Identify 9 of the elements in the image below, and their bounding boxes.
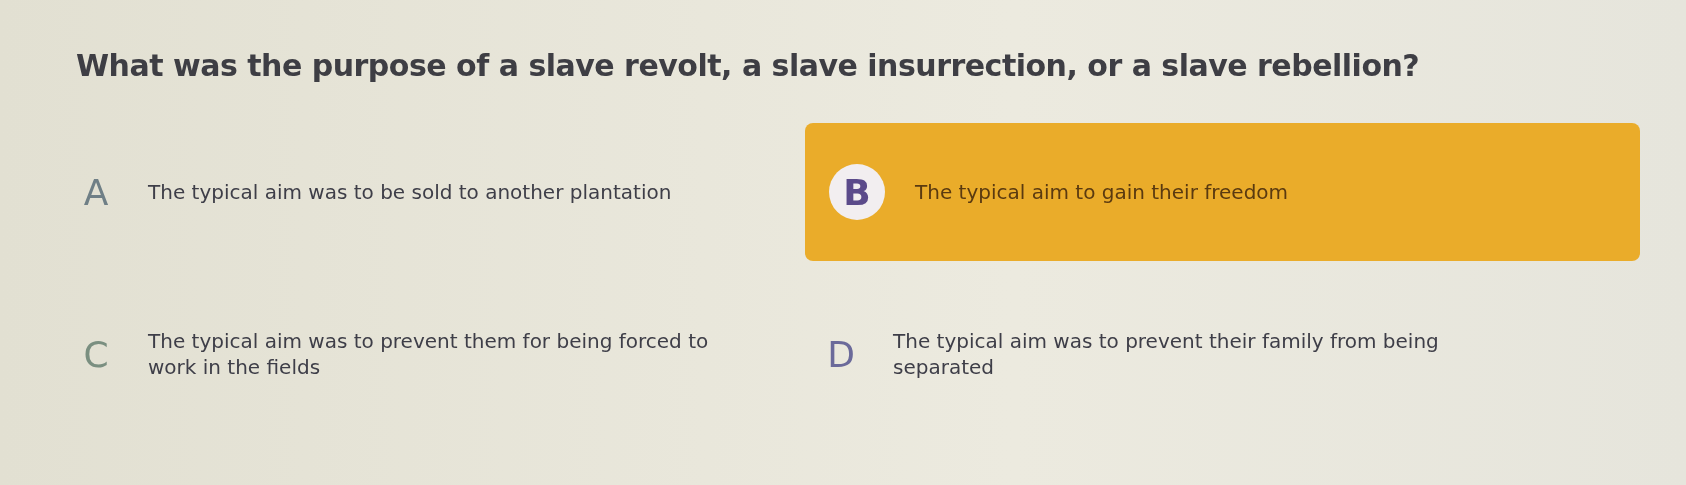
option-letter: C <box>82 333 110 375</box>
option-letter: D <box>826 333 856 375</box>
option-letter: B <box>829 164 885 220</box>
question-text: What was the purpose of a slave revolt, a slave insurrection, or a slave rebellion? <box>76 48 1421 83</box>
answer-option[interactable]: A The typical aim was to be sold to another plantation <box>60 123 805 261</box>
option-letter: A <box>82 171 110 213</box>
answer-option[interactable]: B The typical aim to gain their freedom <box>805 123 1640 261</box>
answer-option[interactable]: C The typical aim was to prevent them for being forced to work in the fields <box>60 285 805 423</box>
answer-option[interactable]: D The typical aim was to prevent their family from being separated <box>805 285 1640 423</box>
